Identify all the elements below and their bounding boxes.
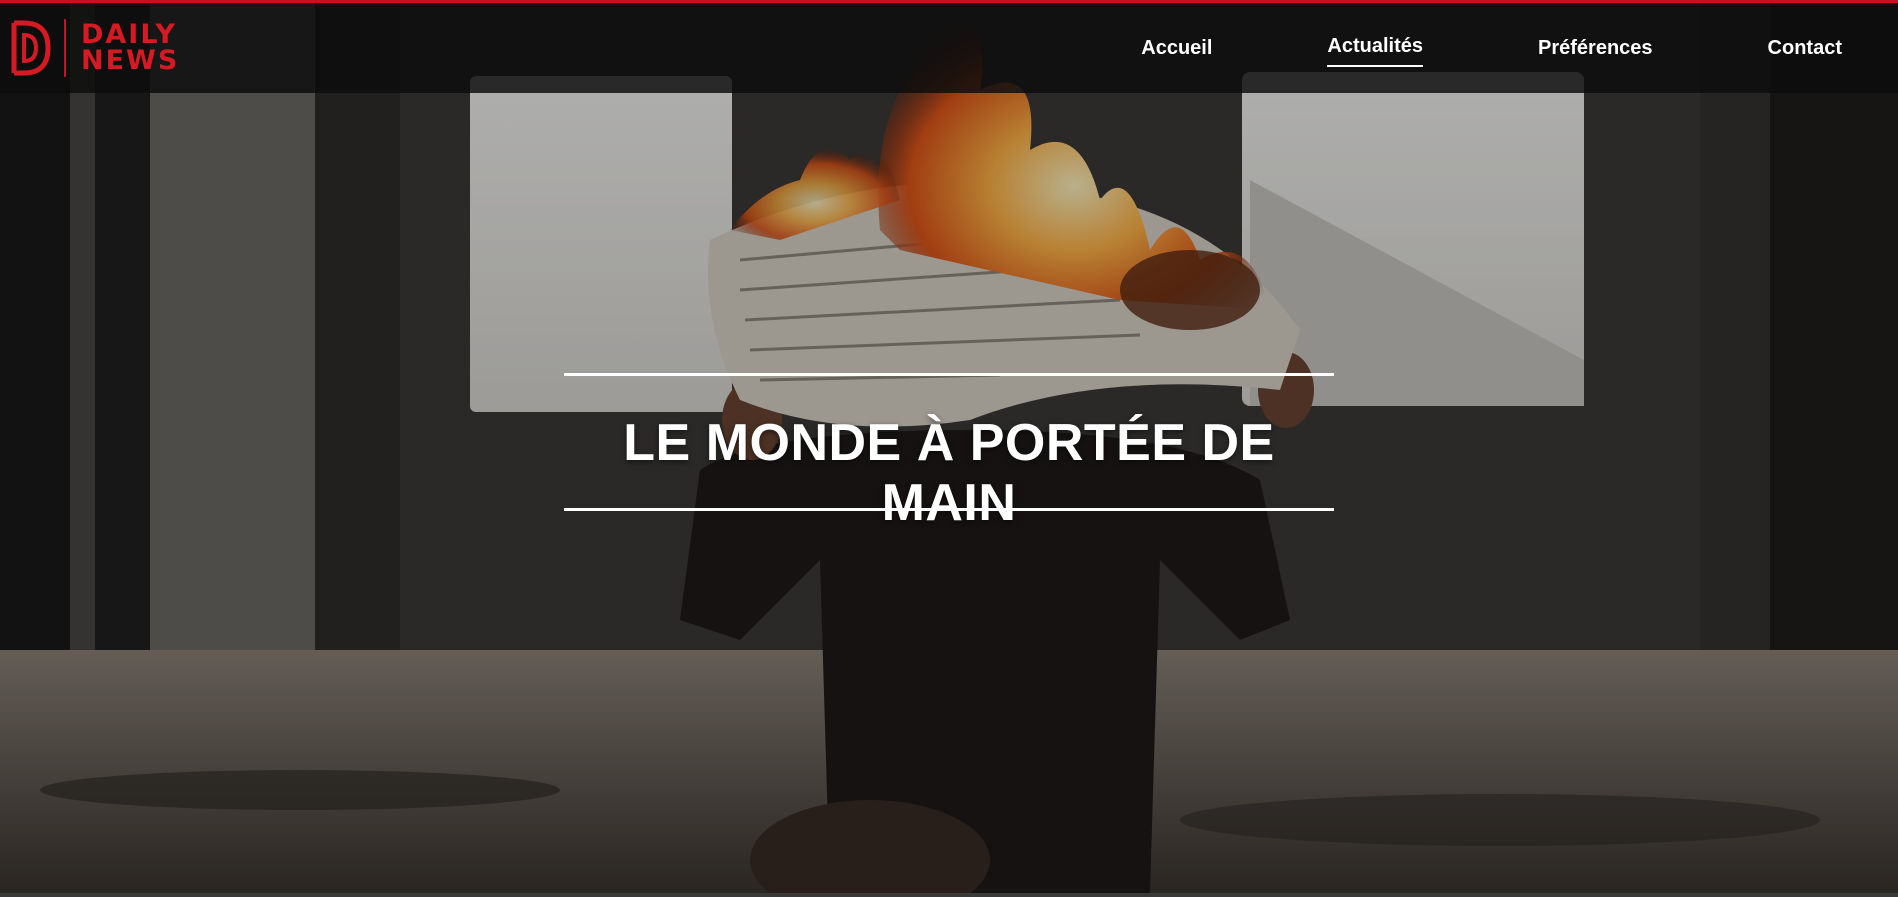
nav-item-accueil[interactable]: Accueil bbox=[1141, 37, 1212, 60]
logo-d-icon bbox=[11, 20, 51, 76]
nav-item-contact[interactable]: Contact bbox=[1768, 37, 1842, 60]
title-top-rule bbox=[564, 373, 1334, 376]
page: DAILY NEWS Accueil Actualités Préférence… bbox=[0, 0, 1898, 897]
hero-title: LE MONDE À PORTÉE DE MAIN bbox=[623, 414, 1275, 532]
brand-name-line2: NEWS bbox=[81, 45, 180, 76]
hero-title-block: LE MONDE À PORTÉE DE MAIN bbox=[564, 373, 1334, 532]
title-bottom-rule bbox=[564, 508, 1334, 511]
brand-name: DAILY NEWS bbox=[81, 21, 180, 76]
site-header: DAILY NEWS Accueil Actualités Préférence… bbox=[0, 3, 1898, 93]
main-navigation: Accueil Actualités Préférences Contact bbox=[1141, 3, 1898, 93]
brand-logo[interactable]: DAILY NEWS bbox=[8, 17, 179, 79]
nav-item-actualites[interactable]: Actualités bbox=[1327, 35, 1423, 67]
logo-divider bbox=[64, 19, 66, 77]
nav-item-preferences[interactable]: Préférences bbox=[1538, 37, 1653, 60]
bottom-edge-strip bbox=[0, 893, 1898, 897]
top-accent-line bbox=[0, 0, 1898, 3]
